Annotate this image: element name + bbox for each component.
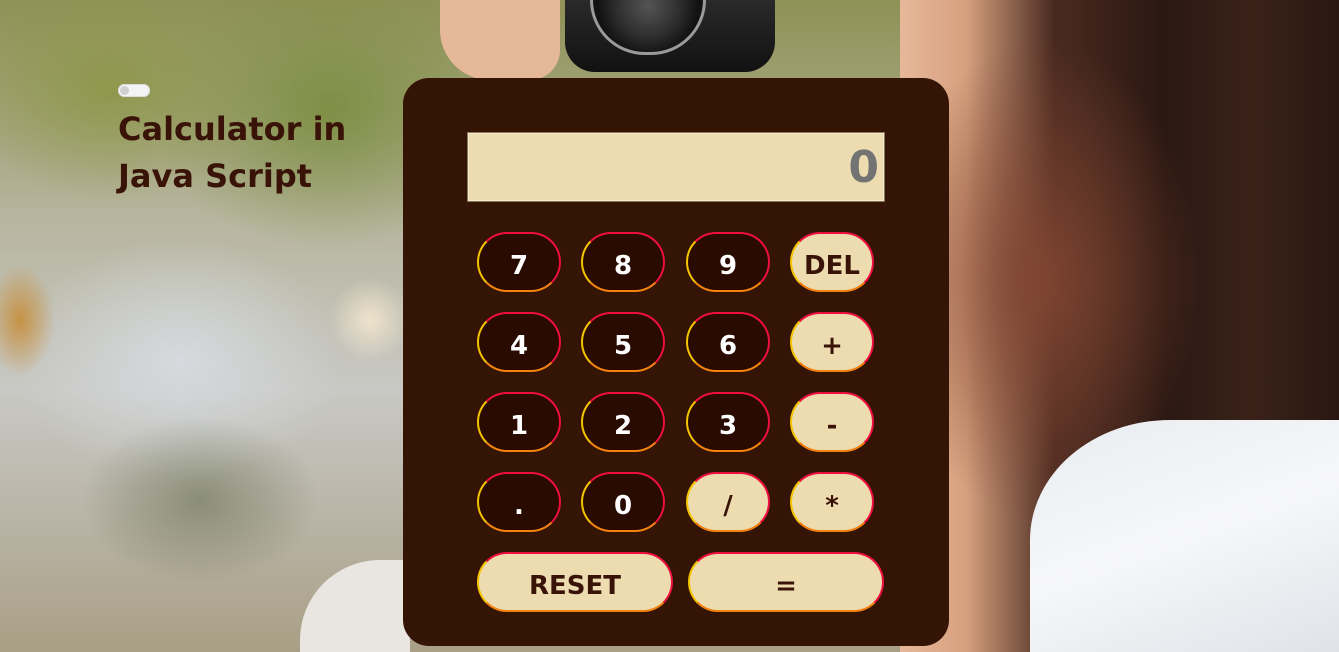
add-button[interactable]: + <box>790 312 874 372</box>
background-photo-shoulder <box>300 560 410 652</box>
page-title: Calculator in Java Script <box>118 110 347 195</box>
decimal-button[interactable]: . <box>477 472 561 532</box>
background-photo-hand <box>440 0 560 80</box>
key-5[interactable]: 5 <box>581 312 665 372</box>
key-8[interactable]: 8 <box>581 232 665 292</box>
key-4[interactable]: 4 <box>477 312 561 372</box>
calculator-display: 0 <box>467 132 885 202</box>
background-photo-shirt <box>1030 420 1339 652</box>
equals-button[interactable]: = <box>688 552 884 612</box>
key-6[interactable]: 6 <box>686 312 770 372</box>
multiply-button[interactable]: * <box>790 472 874 532</box>
reset-button[interactable]: RESET <box>477 552 673 612</box>
calculator-panel: 0 7 8 9 DEL 4 5 6 + 1 2 3 - . 0 / * RESE… <box>403 78 949 646</box>
key-2[interactable]: 2 <box>581 392 665 452</box>
key-9[interactable]: 9 <box>686 232 770 292</box>
toggle-knob <box>120 86 129 95</box>
divide-button[interactable]: / <box>686 472 770 532</box>
key-7[interactable]: 7 <box>477 232 561 292</box>
theme-toggle[interactable] <box>118 84 150 97</box>
subtract-button[interactable]: - <box>790 392 874 452</box>
delete-button[interactable]: DEL <box>790 232 874 292</box>
display-value: 0 <box>848 142 879 193</box>
key-1[interactable]: 1 <box>477 392 561 452</box>
key-0[interactable]: 0 <box>581 472 665 532</box>
key-3[interactable]: 3 <box>686 392 770 452</box>
